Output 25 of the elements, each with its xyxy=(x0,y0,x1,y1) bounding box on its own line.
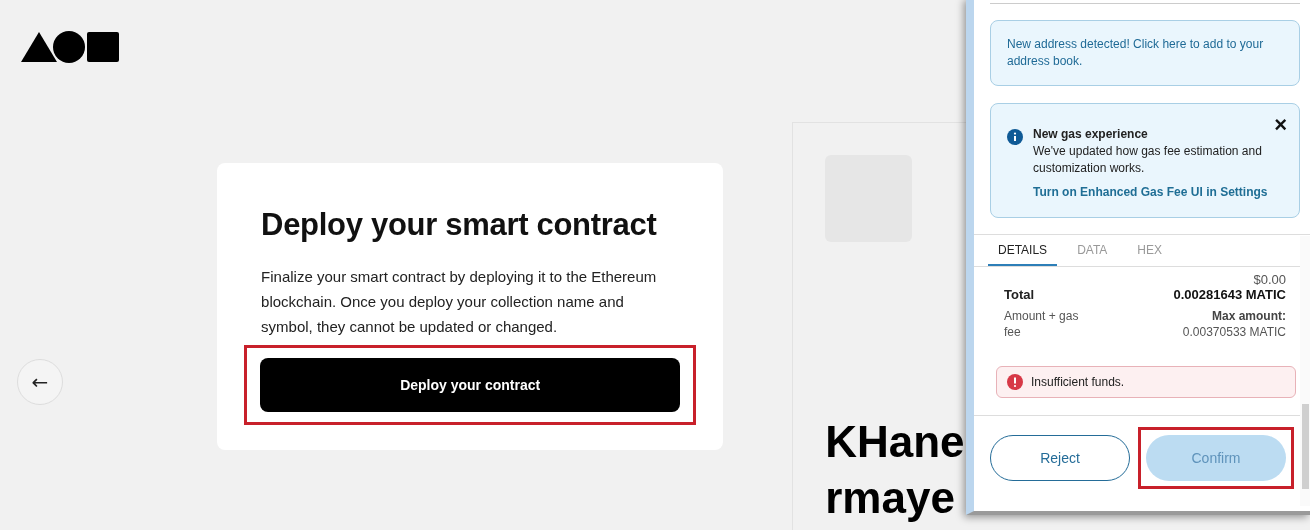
card-description: Finalize your smart contract by deploying it to the Ethereum blockchain. Once you deploy your collection name and symbol, they cannot be updated or changed. xyxy=(261,267,658,337)
error-text: Insufficient funds. xyxy=(1031,375,1125,389)
info-icon xyxy=(1007,129,1023,145)
error-icon xyxy=(1007,374,1023,390)
total-label: Total xyxy=(1004,287,1036,302)
reject-button[interactable]: Reject xyxy=(990,435,1130,481)
card-title: Deploy your smart contract xyxy=(261,207,658,243)
max-amount-label: Max amount: xyxy=(1211,308,1286,324)
close-button[interactable]: × xyxy=(1274,114,1287,136)
address-notice[interactable]: New address detected! Click here to add to your address book. xyxy=(990,20,1300,86)
fiat-amount: $0.00 xyxy=(1253,272,1286,287)
logo-icon xyxy=(21,30,120,64)
settings-link[interactable]: Turn on Enhanced Gas Fee UI in Settings xyxy=(1033,184,1285,201)
total-amount: 0.00281643 MATIC xyxy=(1173,287,1286,302)
notice-text: We've updated how gas fee estimation and customization works. xyxy=(1033,143,1263,177)
scrollbar[interactable] xyxy=(1300,236,1310,506)
deploy-button[interactable]: Deploy your contract xyxy=(260,358,681,412)
collection-title: KHane xyxy=(825,416,965,468)
back-button[interactable]: ← xyxy=(17,359,63,405)
collection-title: rmaye xyxy=(825,472,955,524)
max-amount: 0.00370533 MATIC xyxy=(1181,324,1286,340)
notice-title: New gas experience xyxy=(1033,126,1149,143)
amount-gas-label: Amount + gas fee xyxy=(1004,308,1080,340)
tab[interactable]: DATA xyxy=(1067,235,1118,266)
tab[interactable]: DETAILS xyxy=(988,235,1058,266)
